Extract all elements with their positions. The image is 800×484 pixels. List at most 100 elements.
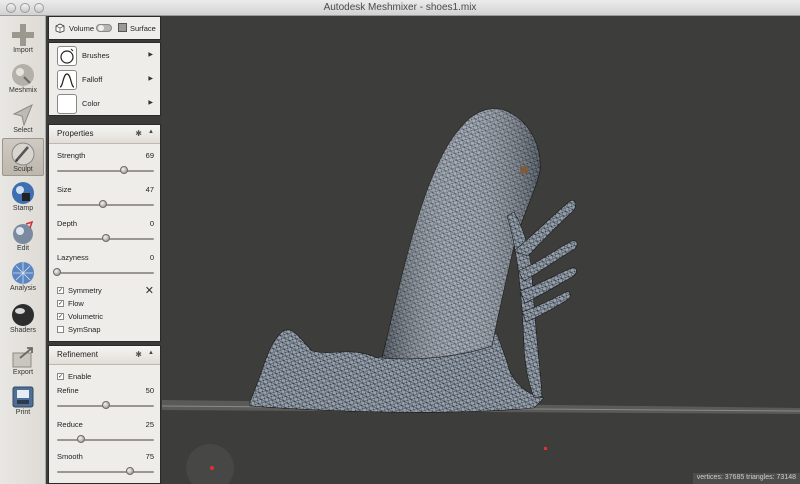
slider-name: Depth <box>57 219 78 228</box>
slider-track[interactable] <box>57 471 154 473</box>
slider-value: 0 <box>149 253 154 262</box>
select-label: Select <box>13 127 33 134</box>
pivot-dot <box>210 466 214 470</box>
brush-preview-icon <box>57 46 77 66</box>
checkbox-label: SymSnap <box>68 325 101 334</box>
print-icon <box>12 386 34 408</box>
surface-label: Surface <box>130 24 156 33</box>
shaders-button[interactable]: Shaders <box>2 300 44 338</box>
refine-slider[interactable]: Refine 50 <box>57 386 154 416</box>
chevron-right-icon: ▶ <box>148 100 153 106</box>
lazyness-slider[interactable]: Lazyness 0 <box>53 253 154 283</box>
checkbox-box[interactable]: ✓ <box>57 313 64 320</box>
brushes-label: Brushes <box>82 51 110 60</box>
symmetry-tool-icon[interactable]: ✕ <box>145 284 154 297</box>
color-row[interactable]: Color ▶ <box>55 93 155 115</box>
mesh-stats: vertices: 37685 triangles: 73148 <box>692 473 800 484</box>
meshmix-button[interactable]: Meshmix <box>2 60 44 98</box>
slider-knob[interactable] <box>77 435 86 443</box>
select-button[interactable]: Select <box>2 100 44 138</box>
window-title: Autodesk Meshmixer - shoes1.mix <box>323 2 477 13</box>
checkbox-box[interactable]: ✓ <box>57 300 64 307</box>
slider-knob[interactable] <box>101 234 110 242</box>
slider-name: Strength <box>57 151 86 160</box>
color-label: Color <box>82 99 100 108</box>
meshmix-label: Meshmix <box>8 87 37 94</box>
properties-panel: Properties ✱ ▲ Strength 69 Size 47 Depth… <box>48 124 161 342</box>
gear-icon[interactable]: ✱ <box>135 350 142 359</box>
slider-knob[interactable] <box>53 268 61 276</box>
title-bar: Autodesk Meshmixer - shoes1.mix <box>0 0 800 16</box>
mesh-marker <box>520 166 528 174</box>
volume-surface-toggle[interactable] <box>96 24 112 32</box>
slider-value: 0 <box>149 219 154 228</box>
gear-icon[interactable]: ✱ <box>135 129 142 138</box>
falloff-curve-icon <box>57 70 77 90</box>
checkbox-box[interactable]: ✓ <box>57 373 64 380</box>
stamp-icon <box>12 182 34 204</box>
checkbox-label: Volumetric <box>68 312 104 321</box>
slider-value: 75 <box>145 452 154 461</box>
checkbox-label: Enable <box>68 372 92 381</box>
edit-button[interactable]: Edit <box>2 218 44 256</box>
refinement-panel: Refinement ✱ ▲ ✓ Enable Refine 50 Reduce… <box>48 345 161 484</box>
slider-track[interactable] <box>57 170 154 172</box>
strength-slider[interactable]: Strength 69 <box>57 151 154 181</box>
stamp-label: Stamp <box>12 205 34 212</box>
sculpt-button[interactable]: Sculpt <box>2 138 44 176</box>
edit-label: Edit <box>16 245 30 252</box>
brush-panel: Brushes ▶ Falloff ▶ Color ▶ <box>48 42 161 116</box>
slider-name: Refine <box>57 386 79 395</box>
slider-knob[interactable] <box>101 401 110 409</box>
slider-track[interactable] <box>57 439 154 441</box>
reduce-slider[interactable]: Reduce 25 <box>57 420 154 450</box>
print-label: Print <box>15 409 31 416</box>
sculpt-label: Sculpt <box>13 166 33 173</box>
collapse-caret-icon[interactable]: ▲ <box>148 350 154 356</box>
export-button[interactable]: Export <box>2 342 44 380</box>
falloff-label: Falloff <box>82 75 103 84</box>
checkbox-box[interactable]: ✓ <box>57 287 64 294</box>
color-swatch <box>57 94 77 114</box>
stamp-button[interactable]: Stamp <box>2 178 44 216</box>
mode-panel: Volume Surface <box>48 16 161 40</box>
slider-name: Lazyness <box>57 253 89 262</box>
import-button[interactable]: Import <box>2 20 44 58</box>
slider-knob[interactable] <box>119 166 128 174</box>
refinement-header[interactable]: Refinement ✱ ▲ <box>49 346 160 365</box>
meshmix-icon <box>12 64 34 86</box>
checkbox-box[interactable] <box>57 326 64 333</box>
navigation-sphere[interactable] <box>186 444 234 484</box>
brushes-row[interactable]: Brushes ▶ <box>55 45 155 67</box>
symmetry-checkbox[interactable]: ✓ Symmetry ✕ <box>57 284 154 297</box>
slider-value: 25 <box>145 420 154 429</box>
3d-viewport[interactable]: vertices: 37685 triangles: 73148 <box>162 16 800 484</box>
slider-value: 69 <box>145 151 154 160</box>
print-button[interactable]: Print <box>2 382 44 420</box>
slider-name: Smooth <box>57 452 83 461</box>
analysis-label: Analysis <box>9 285 37 292</box>
export-icon <box>12 347 33 368</box>
size-slider[interactable]: Size 47 <box>57 185 154 215</box>
slider-knob[interactable] <box>98 200 107 208</box>
smooth-slider[interactable]: Smooth 75 <box>57 452 154 482</box>
slider-track[interactable] <box>57 272 154 274</box>
edit-icon <box>13 220 34 244</box>
shaders-label: Shaders <box>9 327 37 334</box>
select-arrow-icon <box>12 103 33 127</box>
import-label: Import <box>13 47 33 54</box>
properties-header[interactable]: Properties ✱ ▲ <box>49 125 160 144</box>
chevron-right-icon: ▶ <box>148 76 153 82</box>
scene <box>162 108 800 484</box>
export-label: Export <box>12 369 34 376</box>
collapse-caret-icon[interactable]: ▲ <box>148 129 154 135</box>
falloff-row[interactable]: Falloff ▶ <box>55 69 155 91</box>
slider-knob[interactable] <box>125 467 134 475</box>
analysis-button[interactable]: Analysis <box>2 258 44 296</box>
shaders-icon <box>12 304 34 326</box>
sculpt-brush-icon <box>11 142 35 166</box>
slider-value: 47 <box>145 185 154 194</box>
checkbox-label: Flow <box>68 299 84 308</box>
volume-cube-icon <box>55 23 65 33</box>
depth-slider[interactable]: Depth 0 <box>57 219 154 249</box>
